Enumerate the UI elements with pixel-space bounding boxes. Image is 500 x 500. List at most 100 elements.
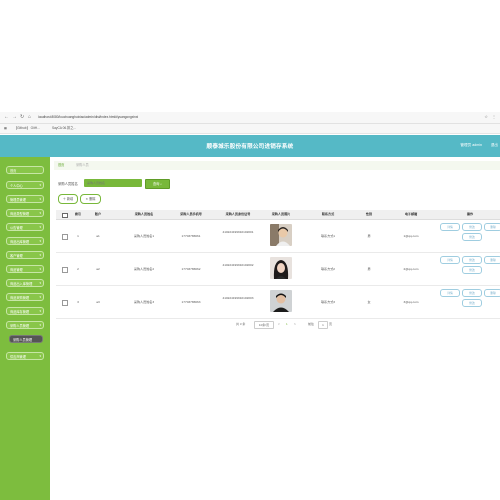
pagination: 共 3 条 10条/页 < 1 > 前往 1 页: [50, 321, 500, 329]
sidebar-subitem-purchasers[interactable]: 采购人员管理: [9, 335, 43, 343]
sidebar-item-label: 商品采购管理: [10, 295, 30, 300]
select-all-checkbox[interactable]: [62, 212, 68, 218]
cell-account: a2: [96, 267, 100, 271]
sidebar-item-notice[interactable]: 公告管理 ▾: [6, 223, 44, 231]
reload-icon[interactable]: ↻: [20, 114, 24, 120]
menu-icon[interactable]: ⋮: [492, 114, 496, 120]
edit-button[interactable]: 修改: [462, 289, 482, 297]
sidebar-item-customers[interactable]: 客户管理 ▾: [6, 251, 44, 259]
apps-icon[interactable]: ▦: [4, 126, 7, 131]
sidebar-item-purchase[interactable]: 商品采购管理 ▾: [6, 293, 44, 301]
bookmark-item[interactable]: SayCA 06.排之...: [52, 126, 76, 131]
cell-gender: 男: [367, 234, 371, 238]
column-header: 采购人员手机号: [180, 212, 202, 217]
cell-index: 3: [77, 300, 79, 304]
prev-page-button[interactable]: <: [278, 322, 280, 327]
add-button[interactable]: ＋ 新增: [58, 194, 78, 204]
table-row: 2 a2 采购人员姓名2 17703786662 410224199910102…: [56, 253, 500, 286]
detail-button[interactable]: 详情: [440, 256, 460, 264]
column-header: 电子邮箱: [404, 212, 418, 217]
cell-account: a1: [96, 234, 100, 238]
sidebar-item-purchasers[interactable]: 采购人员管理 ▾: [6, 321, 44, 329]
column-header: 账户: [94, 212, 102, 217]
chevron-down-icon: ▾: [39, 267, 41, 272]
column-header: 采购人员身份证号: [225, 212, 251, 217]
sidebar-item-label: 商品出库管理: [10, 239, 30, 244]
sidebar-item-goods-type[interactable]: 商品类型管理 ▾: [6, 209, 44, 217]
table-header: 索引 账户 采购人员姓名 采购人员手机号 采购人员身份证号 采购人员照片 联系方…: [56, 210, 500, 220]
sidebar-item-admins[interactable]: 管理员管理 ▾: [6, 195, 44, 203]
delete-row-button[interactable]: 删除: [484, 256, 500, 264]
sidebar-item-label: 客户管理: [10, 253, 23, 258]
goto-label: 前往: [308, 322, 315, 326]
sidebar-item-label: 商品出入库管理: [10, 281, 33, 286]
delete-button-label: 删除: [89, 197, 96, 201]
delete-row-button[interactable]: 删除: [484, 289, 500, 297]
address-bar[interactable]: localhost:8080/louchuanghuixiao/admin/di…: [38, 114, 138, 120]
sidebar-item-label: 采购人员管理: [10, 323, 30, 328]
row-checkbox[interactable]: [62, 267, 68, 273]
goto-page-input[interactable]: 1: [318, 321, 328, 329]
delete-row-button[interactable]: 删除: [484, 223, 500, 231]
back-icon[interactable]: ←: [4, 114, 9, 120]
cell-idcard: 410224199910102003: [222, 296, 254, 300]
sidebar: 首页 个人中心 ▾ 管理员管理 ▾ 商品类型管理 ▾ 公告管理 ▾ 商品出库管理 ▾ 客户…: [0, 157, 50, 500]
breadcrumb-home[interactable]: 首页: [58, 163, 64, 167]
chevron-down-icon: ▾: [39, 295, 41, 300]
edit-button[interactable]: 修改: [462, 256, 482, 264]
cell-phone: 17703786663: [181, 300, 201, 304]
sidebar-item-outbound[interactable]: 商品出库管理 ▾: [6, 237, 44, 245]
bookmark-item[interactable]: 【Github】 GitH...: [14, 126, 40, 131]
sidebar-item-label: 采购人员管理: [13, 337, 33, 342]
delete-button[interactable]: ✕ 删除: [80, 194, 101, 204]
forward-icon[interactable]: →: [12, 114, 17, 120]
chevron-down-icon: ▾: [39, 323, 41, 328]
sidebar-item-goods[interactable]: 商品管理 ▾: [6, 265, 44, 273]
cell-phone: 17703786661: [181, 234, 201, 238]
cell-gender: 女: [367, 300, 371, 304]
chevron-down-icon: ▾: [39, 281, 41, 286]
edit-button[interactable]: 修改: [462, 233, 482, 241]
star-icon[interactable]: ☆: [484, 114, 488, 120]
edit-button[interactable]: 修改: [462, 223, 482, 231]
chevron-down-icon: ▾: [39, 197, 41, 202]
sidebar-item-suppliers[interactable]: 供应商管理 ▾: [6, 352, 44, 360]
page-size-select[interactable]: 10条/页: [254, 321, 274, 329]
current-user: 管理员 admin: [460, 143, 482, 147]
detail-button[interactable]: 详情: [440, 289, 460, 297]
cell-name: 采购人员姓名1: [133, 234, 155, 238]
cell-name: 采购人员姓名2: [133, 267, 155, 271]
avatar: [270, 224, 292, 246]
sidebar-item-label: 商品库存管理: [10, 309, 30, 314]
edit-button[interactable]: 修改: [462, 299, 482, 307]
plus-icon: ＋: [62, 197, 66, 201]
cell-email: 3@qq.com: [403, 300, 419, 304]
chevron-down-icon: ▾: [39, 239, 41, 244]
row-checkbox[interactable]: [62, 234, 68, 240]
logout-link[interactable]: 退出: [491, 143, 498, 148]
sidebar-item-stock-io[interactable]: 商品出入库管理 ▾: [6, 279, 44, 287]
column-header: 性别: [365, 212, 373, 217]
edit-button[interactable]: 修改: [462, 266, 482, 274]
search-label: 采购人员姓名: [58, 182, 78, 186]
breadcrumb: 首页 采购人员: [54, 161, 500, 170]
search-input[interactable]: [84, 179, 142, 187]
chevron-down-icon: ▾: [39, 309, 41, 314]
cell-contact: 联系方式2: [320, 267, 336, 271]
sidebar-item-home[interactable]: 首页: [6, 166, 44, 174]
next-page-button[interactable]: >: [294, 322, 296, 327]
sidebar-item-profile[interactable]: 个人中心 ▾: [6, 181, 44, 189]
cell-contact: 联系方式1: [320, 234, 336, 238]
search-button[interactable]: 查询 ⌕: [145, 179, 170, 189]
cell-index: 2: [77, 267, 79, 271]
cell-name: 采购人员姓名3: [133, 300, 155, 304]
home-icon[interactable]: ⌂: [28, 114, 31, 120]
sidebar-item-inventory[interactable]: 商品库存管理 ▾: [6, 307, 44, 315]
table-row: 1 a1 采购人员姓名1 17703786661 410224199910102…: [56, 220, 500, 253]
column-header: 操作: [466, 212, 474, 217]
cell-contact: 联系方式3: [320, 300, 336, 304]
detail-button[interactable]: 详情: [440, 223, 460, 231]
page-number[interactable]: 1: [286, 322, 288, 327]
row-checkbox[interactable]: [62, 300, 68, 306]
cell-email: 1@qq.com: [403, 234, 419, 238]
